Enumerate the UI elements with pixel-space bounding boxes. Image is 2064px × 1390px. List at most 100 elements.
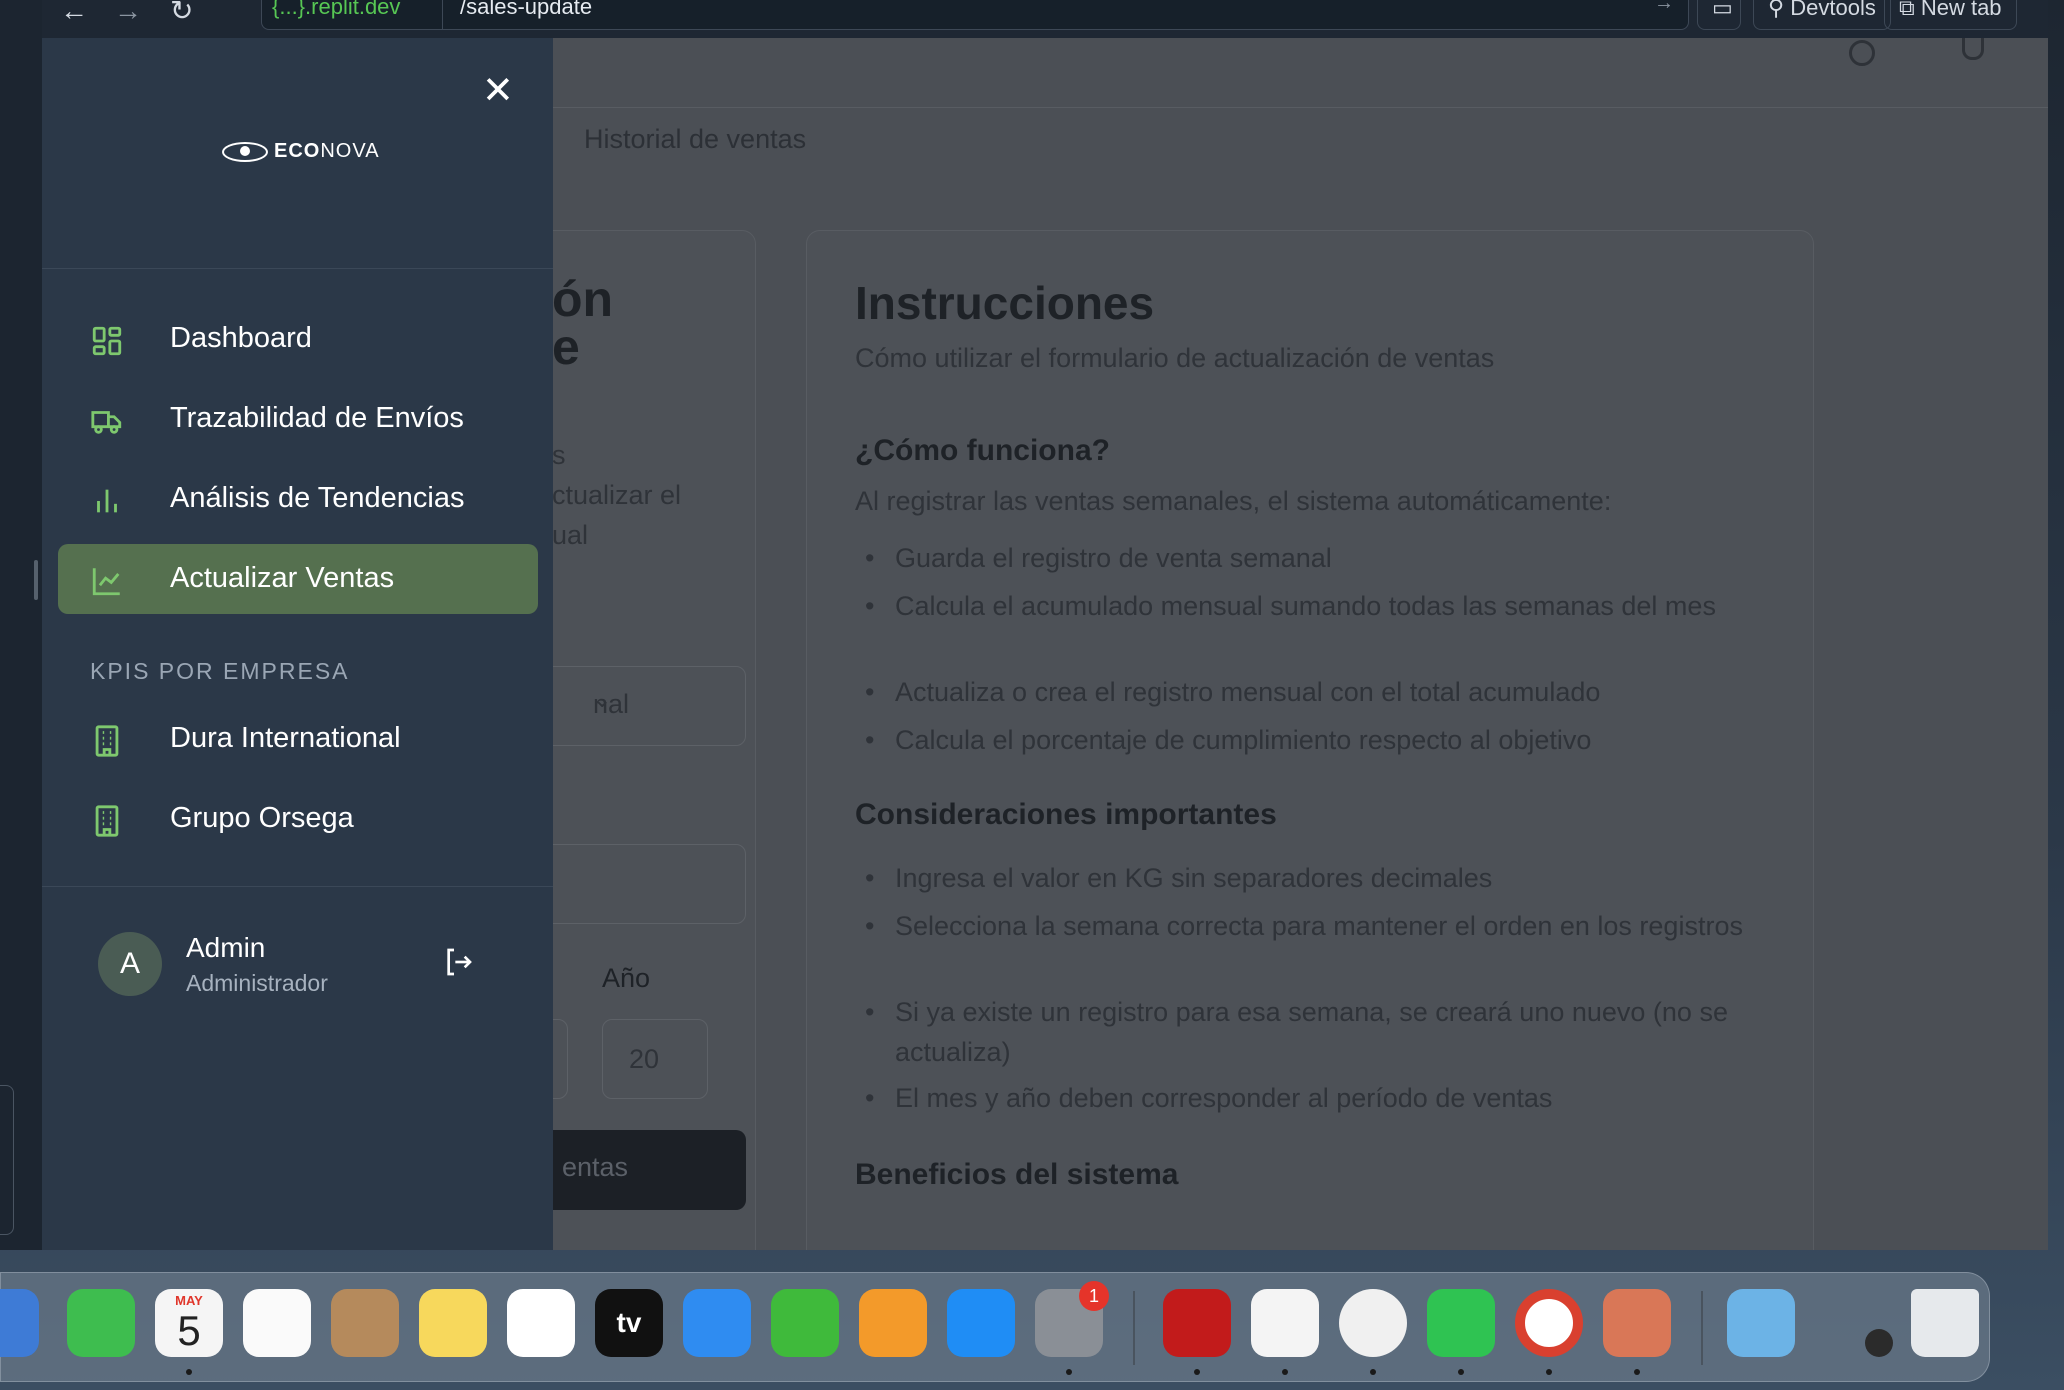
kpis-section-label: KPIS POR EMPRESA <box>90 658 350 684</box>
list-item: Calcula el acumulado mensual sumando tod… <box>865 586 1775 626</box>
running-indicator <box>1282 1369 1288 1375</box>
how-it-works-heading: ¿Cómo funciona? <box>855 434 1110 467</box>
list-item: Calcula el porcentaje de cumplimiento re… <box>865 720 1775 760</box>
running-indicator <box>186 1369 192 1375</box>
sidebar-divider <box>42 886 553 887</box>
list-item: Ingresa el valor en KG sin separadores d… <box>865 858 1775 898</box>
running-indicator <box>1458 1369 1464 1375</box>
apple-tv-label: tv <box>616 1307 642 1338</box>
pages-icon[interactable] <box>859 1289 927 1357</box>
chrome-icon[interactable] <box>1515 1289 1583 1357</box>
running-indicator <box>1370 1369 1376 1375</box>
econova-logo: ECONOVA <box>222 140 380 163</box>
list-item: El mes y año deben corresponder al perío… <box>865 1078 1775 1118</box>
acrobat-icon[interactable] <box>1163 1289 1231 1357</box>
external-link-icon: ⧉ <box>1899 0 1921 20</box>
url-host: {...}.replit.dev <box>272 0 401 19</box>
tab-sales-history[interactable]: Historial de ventas <box>584 124 806 155</box>
running-indicator <box>1194 1369 1200 1375</box>
how-it-works-intro: Al registrar las ventas semanales, el si… <box>855 486 1612 516</box>
sidebar-item-label: Grupo Orsega <box>170 802 354 834</box>
close-icon[interactable]: ✕ <box>482 72 514 110</box>
openai-small-icon[interactable] <box>1865 1329 1893 1357</box>
sidebar-item-label: Trazabilidad de Envíos <box>170 402 464 434</box>
macos-dock: MAY 5 tv 1 <box>0 1272 1990 1382</box>
year-select-value: 20 <box>629 1044 660 1074</box>
new-tab-button[interactable]: ⧉ New tab <box>1884 0 2017 30</box>
reminders-icon[interactable] <box>243 1289 311 1357</box>
screen-icon-button[interactable]: ▭ <box>1697 0 1741 30</box>
running-indicator <box>1634 1369 1640 1375</box>
user-name: Admin <box>186 932 266 963</box>
system-settings-icon[interactable]: 1 <box>1035 1281 1109 1357</box>
form-title: ón e <box>552 271 614 375</box>
apple-tv-icon[interactable]: tv <box>595 1289 663 1357</box>
truck-icon <box>91 411 122 434</box>
contacts-icon[interactable] <box>331 1289 399 1357</box>
benefits-heading: Beneficios del sistema <box>855 1158 1179 1191</box>
instructions-title: Instrucciones <box>855 277 1155 329</box>
chevron-down-icon: ⌄ <box>593 687 612 712</box>
update-sales-button-label: entas <box>562 1152 629 1182</box>
list-item: Guarda el registro de venta semanal <box>865 538 1775 578</box>
user-role: Administrador <box>186 970 328 996</box>
url-divider <box>442 0 443 30</box>
side-panel-edge <box>0 1085 14 1235</box>
calendar-day: 5 <box>177 1307 201 1354</box>
reload-icon[interactable]: ↻ <box>170 0 193 25</box>
sidebar-drawer: ✕ ECONOVA Dashboard Trazabilidad de Enví… <box>42 38 553 1250</box>
sidebar-item-update-sales[interactable]: Actualizar Ventas <box>58 544 538 614</box>
sidebar-item-dura-international[interactable]: Dura International <box>58 704 538 774</box>
trash-icon[interactable] <box>1911 1289 1979 1357</box>
wrench-icon: ⚲ <box>1768 0 1791 20</box>
sidebar-item-dashboard[interactable]: Dashboard <box>58 304 538 374</box>
search-icon[interactable] <box>1849 40 1875 66</box>
logout-icon[interactable] <box>442 946 474 978</box>
dock-separator <box>1133 1291 1135 1365</box>
considerations-heading: Consideraciones importantes <box>855 798 1277 831</box>
forward-arrow-icon[interactable]: → <box>114 0 142 25</box>
app-store-icon[interactable] <box>947 1289 1015 1357</box>
sidebar-item-label: Dashboard <box>170 322 312 354</box>
line-chart-icon <box>92 568 120 596</box>
facetime-icon[interactable] <box>67 1289 135 1357</box>
downloads-folder-icon[interactable] <box>1727 1289 1795 1357</box>
devtools-button[interactable]: ⚲ Devtools <box>1753 0 1891 30</box>
avatar: A <box>98 932 162 996</box>
numbers-icon[interactable] <box>771 1289 839 1357</box>
textedit-icon[interactable] <box>1251 1289 1319 1357</box>
url-path: /sales-update <box>460 0 593 19</box>
resize-handle[interactable] <box>34 560 38 600</box>
browser-toolbar: ← → ↻ {...}.replit.dev /sales-update → ▭… <box>42 0 2048 38</box>
calendar-month: MAY <box>175 1293 203 1308</box>
sidebar-item-label: Dura International <box>170 722 401 754</box>
claude-icon[interactable] <box>1603 1289 1671 1357</box>
left-window-edge <box>0 0 42 1250</box>
notification-badge: 1 <box>1079 1281 1109 1311</box>
sidebar-item-trend-analysis[interactable]: Análisis de Tendencias <box>58 464 538 534</box>
sidebar-item-grupo-orsega[interactable]: Grupo Orsega <box>58 784 538 854</box>
sidebar-item-label: Análisis de Tendencias <box>170 482 465 514</box>
sidebar-item-shipment-tracking[interactable]: Trazabilidad de Envíos <box>58 384 538 454</box>
whatsapp-icon[interactable] <box>1427 1289 1495 1357</box>
new-tab-label: New tab <box>1920 0 2002 20</box>
installer-icon[interactable] <box>1339 1289 1407 1357</box>
back-arrow-icon[interactable]: ← <box>60 0 88 25</box>
keynote-icon[interactable] <box>683 1289 751 1357</box>
list-item: Si ya existe un registro para esa semana… <box>865 992 1775 1072</box>
freeform-icon[interactable] <box>507 1289 575 1357</box>
year-select[interactable]: 20 <box>602 1019 708 1099</box>
sidebar-item-label: Actualizar Ventas <box>170 562 395 594</box>
running-indicator <box>1546 1369 1552 1375</box>
list-item: Actualiza o crea el registro mensual con… <box>865 672 1775 712</box>
logo-mark-icon <box>222 141 268 162</box>
calendar-icon[interactable]: MAY 5 <box>155 1289 223 1357</box>
list-item: Selecciona la semana correcta para mante… <box>865 906 1775 946</box>
bell-icon[interactable] <box>1962 38 1984 60</box>
year-label: Año <box>602 963 651 993</box>
notes-icon[interactable] <box>419 1289 487 1357</box>
dock-separator <box>1701 1291 1703 1365</box>
go-arrow-icon[interactable]: → <box>1654 0 1674 15</box>
url-bar[interactable]: {...}.replit.dev /sales-update → <box>261 0 1689 30</box>
safari-icon[interactable] <box>0 1289 39 1357</box>
